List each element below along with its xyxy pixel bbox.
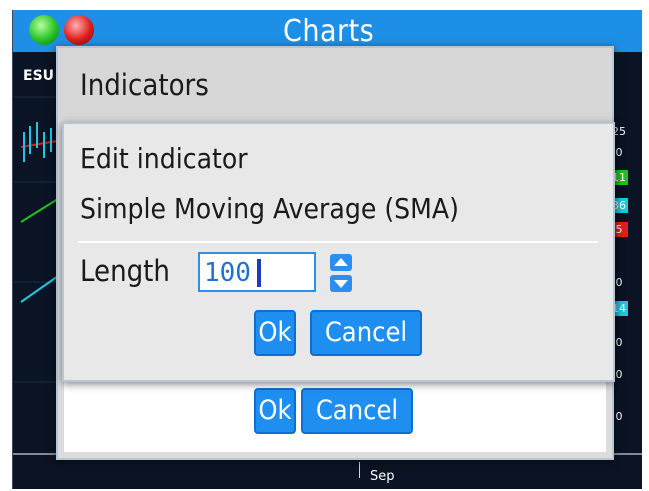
green-status-icon[interactable] [29, 15, 59, 45]
increment-arrow-icon[interactable] [330, 254, 352, 271]
time-axis-label: Sep [370, 469, 395, 484]
window-title: Charts [283, 14, 375, 49]
indicator-name: Simple Moving Average (SMA) [80, 192, 459, 225]
indicators-dialog-title: Indicators [80, 68, 209, 102]
edit-ok-button[interactable]: Ok [254, 310, 296, 356]
symbol-label: ESU [23, 68, 55, 84]
edit-indicator-dialog: Edit indicator Simple Moving Average (SM… [62, 122, 615, 382]
indicators-ok-button[interactable]: Ok [254, 388, 296, 434]
indicators-cancel-button[interactable]: Cancel [301, 388, 413, 434]
length-input[interactable]: 100 [198, 252, 316, 292]
indicators-dialog-header: Indicators [58, 48, 612, 118]
edit-cancel-button[interactable]: Cancel [310, 310, 422, 356]
time-axis-tick [359, 462, 360, 478]
text-cursor [257, 259, 261, 287]
length-value[interactable]: 100 [204, 258, 251, 288]
length-stepper[interactable] [330, 254, 352, 292]
edit-indicator-title: Edit indicator [80, 142, 248, 175]
red-close-icon[interactable] [64, 15, 94, 45]
decrement-arrow-icon[interactable] [330, 275, 352, 292]
separator [78, 241, 598, 243]
length-label: Length [80, 254, 170, 288]
